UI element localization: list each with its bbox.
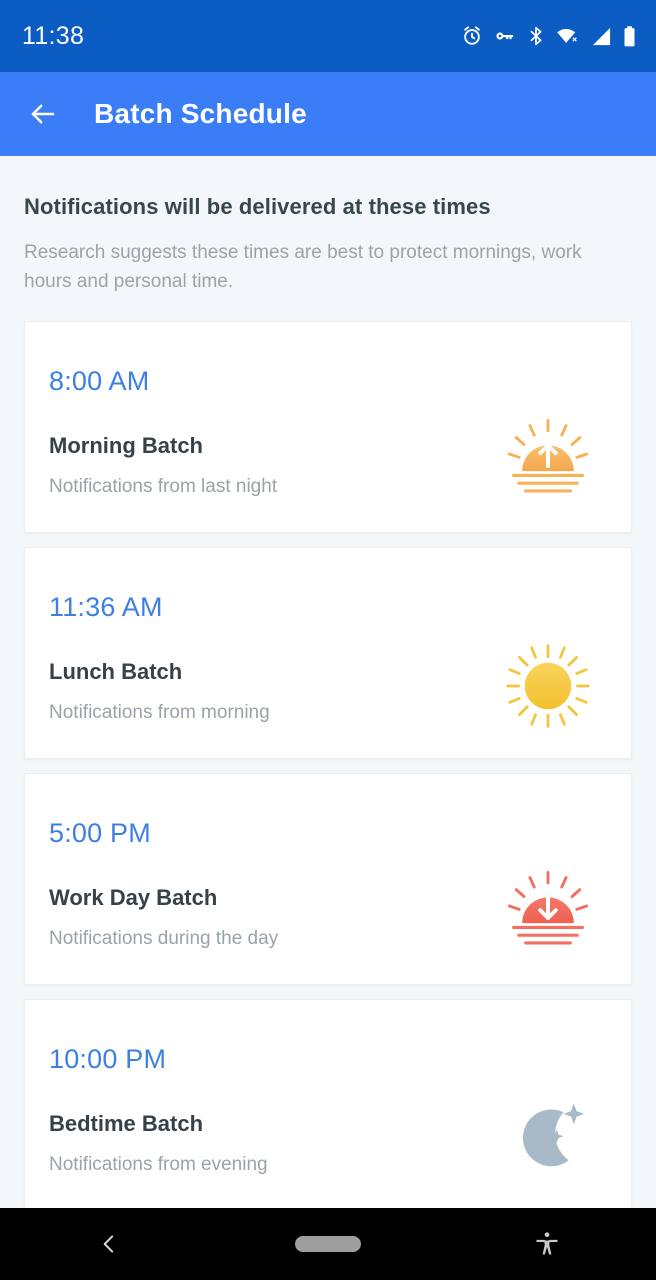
back-nav-icon[interactable]: [0, 1208, 219, 1280]
status-bar-clock: 11:38: [22, 21, 85, 50]
batch-card[interactable]: 11:36 AM Lunch Batch Notifications from …: [24, 546, 632, 759]
content-area: Notifications will be delivered at these…: [0, 156, 656, 1280]
batch-time: 8:00 AM: [49, 365, 150, 396]
batch-card[interactable]: 8:00 AM Morning Batch Notifications from…: [24, 320, 632, 533]
status-bar-icons: [461, 25, 636, 48]
intro-title: Notifications will be delivered at these…: [24, 194, 491, 219]
intro-section: Notifications will be delivered at these…: [0, 156, 656, 297]
intro-subtitle: Research suggests these times are best t…: [24, 242, 582, 293]
batch-card-list: 8:00 AM Morning Batch Notifications from…: [0, 320, 656, 1211]
wifi-off-icon: [556, 25, 580, 47]
moon-icon: [505, 1095, 591, 1181]
android-navigation-bar: [0, 1208, 656, 1280]
batch-card[interactable]: 10:00 PM Bedtime Batch Notifications fro…: [24, 998, 632, 1211]
sun-icon: [505, 643, 591, 729]
accessibility-icon[interactable]: [437, 1208, 656, 1280]
batch-card[interactable]: 5:00 PM Work Day Batch Notifications dur…: [24, 772, 632, 985]
alarm-icon: [461, 25, 483, 47]
vpn-key-icon: [494, 25, 516, 47]
batch-time: 10:00 PM: [49, 1043, 167, 1074]
page-title: Batch Schedule: [94, 98, 307, 129]
app-bar: Batch Schedule: [0, 72, 656, 156]
sunset-icon: [505, 869, 591, 955]
home-pill-icon[interactable]: [219, 1208, 438, 1280]
battery-icon: [623, 25, 636, 48]
cellular-signal-icon: [591, 26, 612, 47]
sunrise-icon: [505, 417, 591, 503]
back-arrow-icon[interactable]: [26, 97, 60, 131]
status-bar: 11:38: [0, 0, 656, 72]
bluetooth-icon: [527, 25, 545, 47]
batch-time: 11:36 AM: [49, 591, 163, 622]
batch-time: 5:00 PM: [49, 817, 151, 848]
